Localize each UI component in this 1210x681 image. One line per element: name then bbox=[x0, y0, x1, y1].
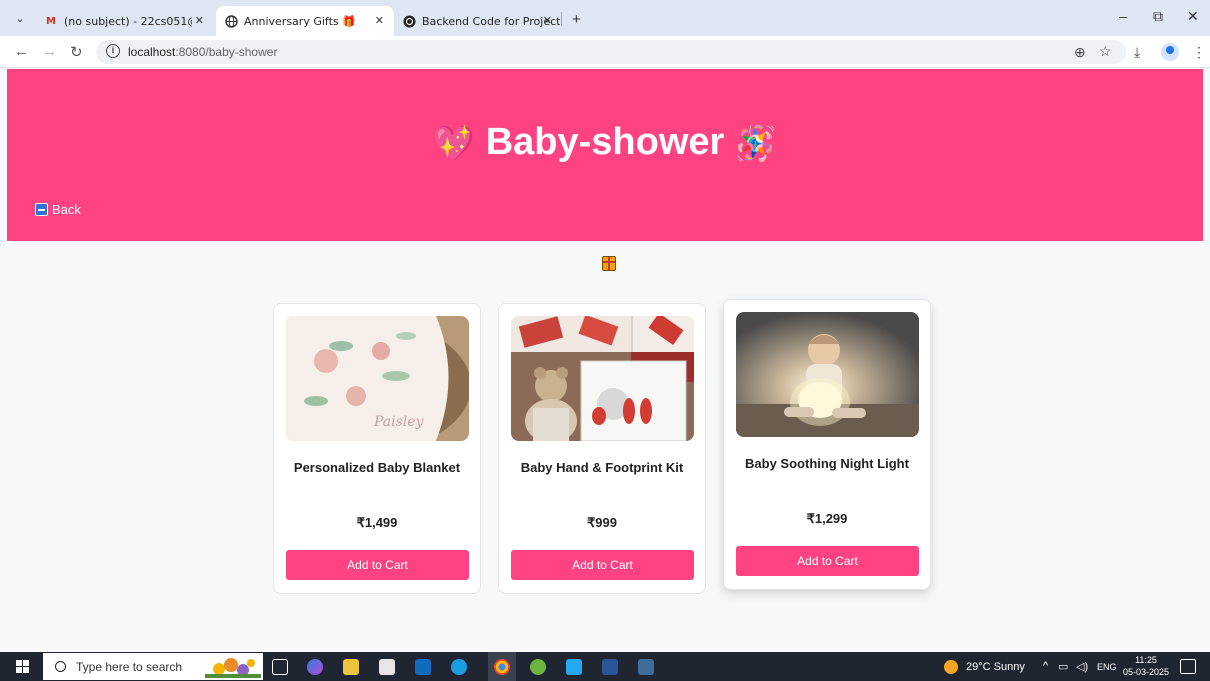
system-clock[interactable]: 11:25 05-03-2025 bbox=[1122, 654, 1170, 678]
word-icon[interactable] bbox=[602, 659, 618, 675]
search-placeholder: Type here to search bbox=[76, 659, 183, 674]
spring-tools-icon[interactable] bbox=[530, 659, 546, 675]
file-explorer-icon[interactable] bbox=[343, 659, 359, 675]
gmail-icon: M bbox=[46, 15, 56, 27]
address-toolbar: ← → ↻ i localhost:8080/baby-shower ⊕ ☆ ⤓… bbox=[0, 36, 1210, 68]
product-price: ₹1,299 bbox=[806, 511, 848, 526]
clock-date: 05-03-2025 bbox=[1122, 667, 1170, 677]
bookmark-star-icon[interactable]: ☆ bbox=[1099, 43, 1112, 60]
site-info-icon[interactable]: i bbox=[106, 44, 120, 58]
close-tab-icon[interactable]: ✕ bbox=[543, 14, 552, 27]
vscode-icon[interactable] bbox=[566, 659, 582, 675]
tray-chevron-icon[interactable]: ^ bbox=[1043, 660, 1048, 672]
close-tab-icon[interactable]: ✕ bbox=[195, 14, 204, 27]
page-title-text: Baby-shower bbox=[485, 121, 725, 163]
taskbar-search-box[interactable]: Type here to search bbox=[43, 653, 263, 680]
product-card: Paisley Personalized Baby Blanket ₹1,499… bbox=[273, 303, 481, 594]
tab-title: Backend Code for Project bbox=[422, 14, 561, 28]
edge-icon[interactable] bbox=[451, 659, 467, 675]
task-view-icon[interactable] bbox=[272, 659, 288, 675]
close-window-icon[interactable]: ✕ bbox=[1187, 8, 1199, 25]
chrome-icon[interactable] bbox=[494, 659, 510, 675]
tab-title: Anniversary Gifts 🎁 bbox=[244, 14, 356, 28]
weather-widget[interactable]: 29°C Sunny bbox=[944, 660, 1025, 674]
weather-text: 29°C Sunny bbox=[966, 661, 1025, 673]
url-host: localhost bbox=[128, 45, 176, 59]
volume-icon[interactable]: ◁) bbox=[1076, 660, 1088, 673]
browser-tab-strip: ⌄ M (no subject) - 22cs051@psr.edu ✕ Ann… bbox=[0, 0, 1210, 36]
outlook-icon[interactable] bbox=[415, 659, 431, 675]
language-indicator[interactable]: ENG bbox=[1097, 662, 1117, 672]
tab-backend-code[interactable]: Backend Code for Project ✕ bbox=[394, 6, 562, 36]
zoom-icon[interactable]: ⊕ bbox=[1074, 44, 1086, 61]
tab-search-chevron-icon[interactable]: ⌄ bbox=[10, 9, 30, 29]
product-price: ₹1,499 bbox=[356, 515, 398, 530]
add-to-cart-button[interactable]: Add to Cart bbox=[736, 546, 919, 576]
search-highlight-illustration bbox=[205, 655, 261, 678]
footprint-kit-image bbox=[511, 316, 694, 441]
reload-icon[interactable]: ↻ bbox=[70, 43, 83, 61]
pinata-icon: 🪅 bbox=[734, 124, 778, 163]
windows-taskbar: Type here to search 29°C Sunny ^ ▭ ◁) EN… bbox=[0, 652, 1210, 681]
globe-icon bbox=[224, 14, 238, 28]
back-button-label: Back bbox=[52, 202, 81, 217]
back-button[interactable]: Back bbox=[35, 202, 81, 217]
notification-center-icon[interactable] bbox=[1180, 659, 1196, 674]
page-title: 💖 Baby-shower 🪅 bbox=[7, 121, 1203, 164]
svg-text:Paisley: Paisley bbox=[373, 414, 425, 430]
baby-night-light-image bbox=[736, 312, 919, 437]
chatgpt-icon bbox=[402, 14, 416, 28]
floral-baby-blanket-image: Paisley bbox=[286, 316, 469, 441]
windows-start-icon[interactable] bbox=[16, 660, 29, 673]
tab-divider bbox=[561, 12, 562, 26]
product-card: Baby Soothing Night Light ₹1,299 Add to … bbox=[723, 299, 931, 590]
back-arrow-icon[interactable]: ← bbox=[14, 43, 29, 60]
add-to-cart-button[interactable]: Add to Cart bbox=[286, 550, 469, 580]
product-name: Personalized Baby Blanket bbox=[293, 460, 461, 475]
download-icon[interactable]: ⤓ bbox=[1134, 44, 1140, 61]
product-name: Baby Soothing Night Light bbox=[745, 456, 909, 471]
product-price: ₹999 bbox=[587, 515, 617, 530]
microsoft-store-icon[interactable] bbox=[379, 659, 395, 675]
tab-anniversary-gifts[interactable]: Anniversary Gifts 🎁 ✕ bbox=[216, 6, 394, 36]
copilot-icon[interactable] bbox=[307, 659, 323, 675]
snipping-tool-icon[interactable] bbox=[638, 659, 654, 675]
add-to-cart-button[interactable]: Add to Cart bbox=[511, 550, 694, 580]
url-bar[interactable]: i localhost:8080/baby-shower ⊕ ☆ bbox=[96, 40, 1126, 64]
restore-icon[interactable]: ⧉ bbox=[1153, 8, 1163, 25]
product-name: Baby Hand & Footprint Kit bbox=[520, 460, 684, 475]
sun-icon bbox=[944, 660, 958, 674]
search-icon bbox=[55, 661, 66, 672]
sparkling-heart-icon: 💖 bbox=[432, 124, 476, 163]
network-icon[interactable]: ▭ bbox=[1058, 660, 1068, 673]
profile-avatar[interactable] bbox=[1161, 43, 1179, 61]
minimize-icon[interactable]: – bbox=[1119, 8, 1127, 24]
url-text[interactable]: localhost:8080/baby-shower bbox=[128, 45, 277, 59]
tab-title: (no subject) - 22cs051@psr.edu bbox=[64, 14, 192, 28]
tab-gmail[interactable]: M (no subject) - 22cs051@psr.edu ✕ bbox=[36, 6, 214, 36]
url-path: :8080/baby-shower bbox=[175, 45, 278, 59]
back-icon bbox=[35, 203, 48, 216]
close-tab-icon[interactable]: ✕ bbox=[375, 14, 384, 27]
page-header: 💖 Baby-shower 🪅 Back bbox=[7, 69, 1203, 241]
product-card: Baby Hand & Footprint Kit ₹999 Add to Ca… bbox=[498, 303, 706, 594]
gift-icon bbox=[602, 256, 616, 271]
forward-arrow-icon[interactable]: → bbox=[42, 43, 57, 60]
new-tab-icon[interactable]: + bbox=[572, 11, 581, 28]
clock-time: 11:25 bbox=[1135, 655, 1157, 665]
menu-kebab-icon[interactable]: ⋮ bbox=[1192, 44, 1206, 61]
